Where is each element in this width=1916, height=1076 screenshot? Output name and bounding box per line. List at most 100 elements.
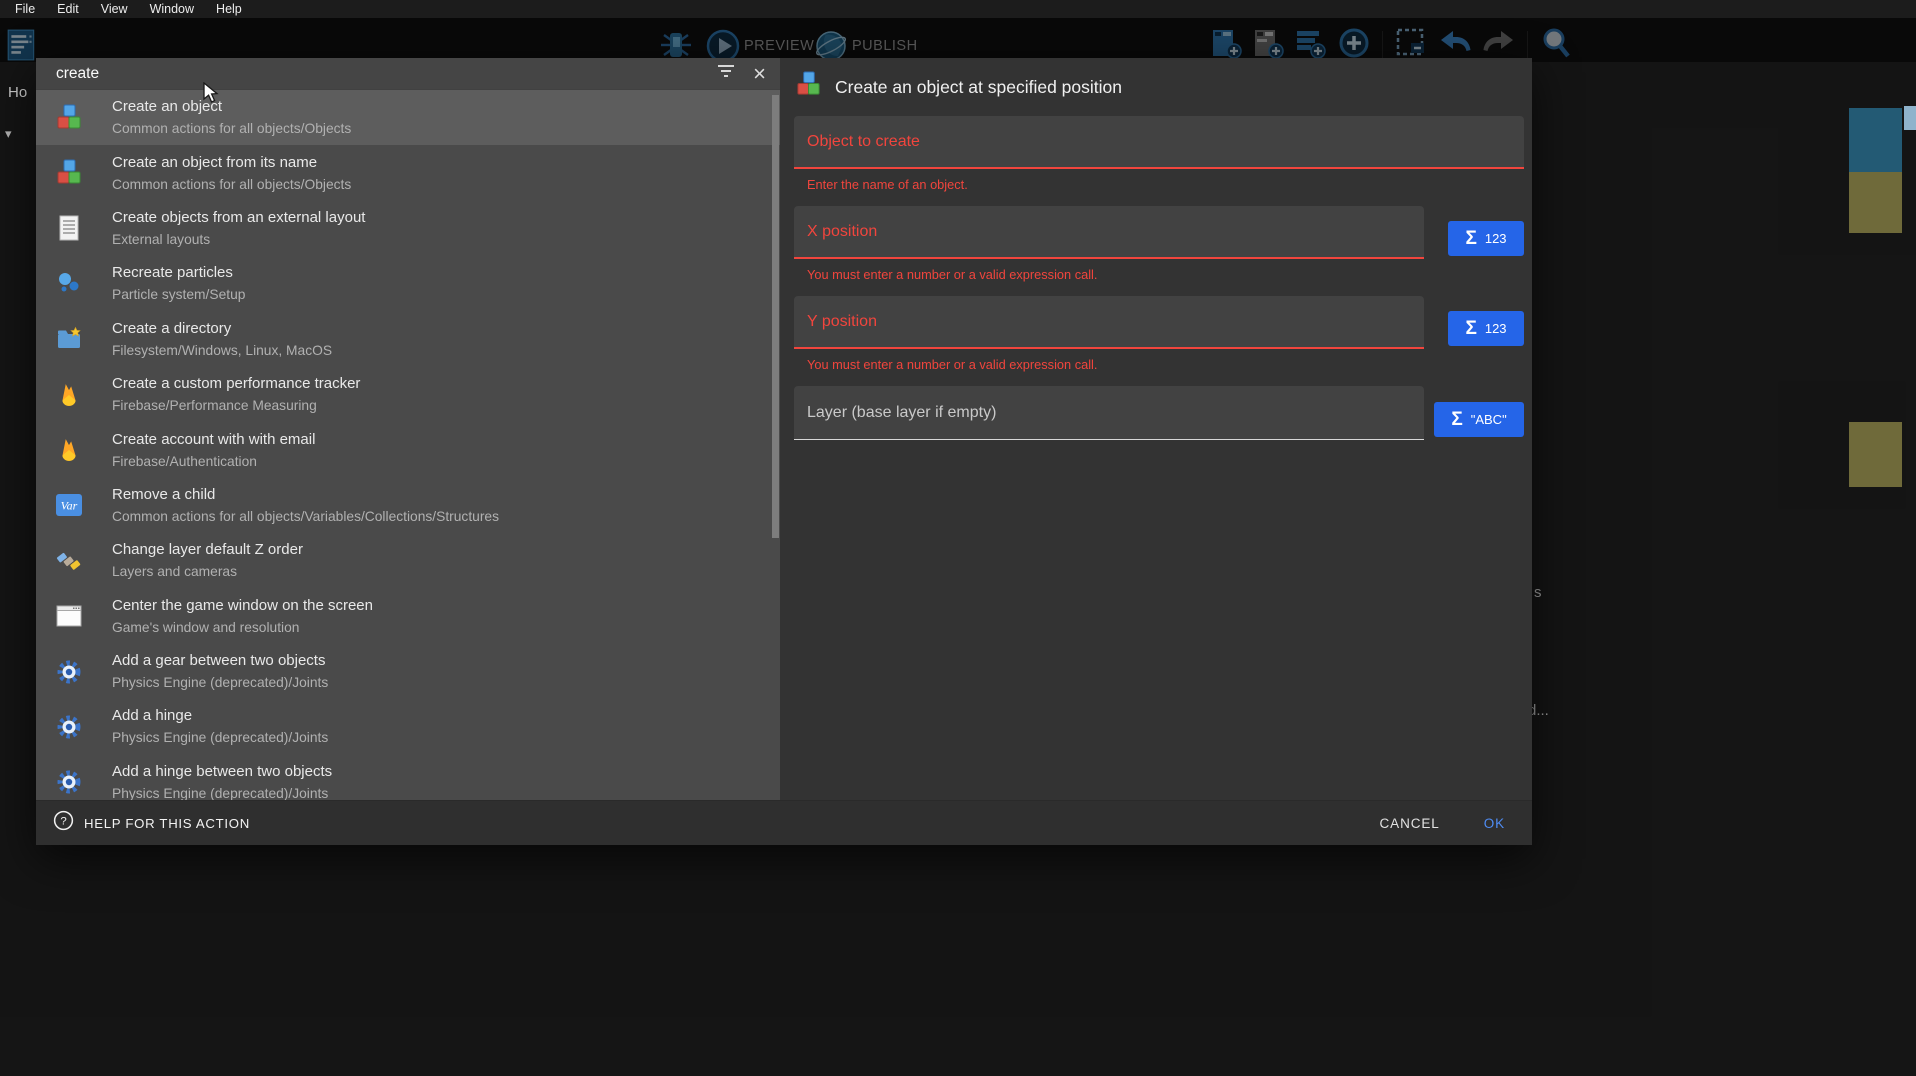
action-subtitle: Common actions for all objects/Objects [112, 174, 351, 195]
action-subtitle: Physics Engine (deprecated)/Joints [112, 672, 328, 693]
layer-field[interactable]: Layer (base layer if empty) [794, 386, 1424, 440]
menu-edit[interactable]: Edit [46, 0, 90, 18]
menu-help[interactable]: Help [205, 0, 253, 18]
help-button[interactable]: ? HELP FOR THIS ACTION [53, 810, 250, 836]
cubes-icon [795, 71, 822, 103]
gear-icon [54, 657, 84, 687]
particles-icon [54, 269, 84, 299]
action-subtitle: Physics Engine (deprecated)/Joints [112, 727, 328, 748]
background-panel-fragment [1849, 422, 1902, 487]
field-error-text: You must enter a number or a valid expre… [807, 357, 1532, 372]
mouse-cursor [203, 82, 221, 109]
list-item[interactable]: Create an object from its nameCommon act… [36, 145, 780, 200]
action-subtitle: Layers and cameras [112, 561, 303, 582]
list-item[interactable]: Center the game window on the screenGame… [36, 589, 780, 644]
ok-button[interactable]: OK [1484, 816, 1505, 831]
action-results-list: Create an objectCommon actions for all o… [36, 90, 780, 800]
expression-builder-button[interactable]: Σ 123 [1448, 311, 1524, 346]
list-item[interactable]: Create a custom performance trackerFireb… [36, 367, 780, 422]
firebase-flame-icon [54, 435, 84, 465]
list-item[interactable]: Create a directoryFilesystem/Windows, Li… [36, 312, 780, 367]
action-subtitle: Common actions for all objects/Variables… [112, 506, 499, 527]
folder-star-icon [54, 324, 84, 354]
background-scrollbar-fragment [1904, 106, 1916, 130]
field-error-text: You must enter a number or a valid expre… [807, 267, 1532, 282]
firebase-flame-icon [54, 380, 84, 410]
action-results-panel: create × Create an objectCommon actions … [36, 58, 780, 800]
menu-file[interactable]: File [4, 0, 46, 18]
menu-window[interactable]: Window [139, 0, 205, 18]
action-subtitle: External layouts [112, 229, 365, 250]
action-search-bar: create × [36, 58, 780, 90]
action-config-title: Create an object at specified position [835, 77, 1122, 98]
y-position-field[interactable]: Y position [794, 296, 1424, 349]
action-title: Create objects from an external layout [112, 207, 365, 229]
action-title: Create a directory [112, 318, 332, 340]
action-subtitle: Firebase/Authentication [112, 451, 315, 472]
choose-action-dialog: create × Create an objectCommon actions … [36, 58, 1532, 845]
background-text-fragment: s [1534, 584, 1542, 601]
dialog-footer: ? HELP FOR THIS ACTION CANCEL OK [36, 800, 1532, 845]
chevron-down-icon: ▾ [5, 126, 12, 142]
field-label: Y position [807, 313, 877, 331]
expression-type-label: 123 [1485, 231, 1507, 246]
expression-type-label: 123 [1485, 321, 1507, 336]
list-item[interactable]: Recreate particlesParticle system/Setup [36, 256, 780, 311]
field-label: X position [807, 223, 877, 241]
list-item[interactable]: Add a hingePhysics Engine (deprecated)/J… [36, 699, 780, 754]
svg-text:?: ? [60, 816, 66, 828]
action-subtitle: Physics Engine (deprecated)/Joints [112, 783, 332, 800]
gear-icon [54, 712, 84, 742]
gear-icon [54, 767, 84, 797]
results-scrollbar[interactable] [772, 95, 779, 538]
x-position-field[interactable]: X position [794, 206, 1424, 259]
list-item[interactable]: Create an objectCommon actions for all o… [36, 90, 780, 145]
action-subtitle: Filesystem/Windows, Linux, MacOS [112, 340, 332, 361]
list-item[interactable]: Var Remove a childCommon actions for all… [36, 478, 780, 533]
cubes-icon [54, 158, 84, 188]
action-subtitle: Firebase/Performance Measuring [112, 395, 360, 416]
action-title: Add a hinge [112, 705, 328, 727]
sigma-icon: Σ [1451, 410, 1462, 429]
cubes-icon [54, 103, 84, 133]
action-config-panel: Create an object at specified position O… [780, 58, 1532, 800]
action-subtitle: Particle system/Setup [112, 284, 245, 305]
help-button-label: HELP FOR THIS ACTION [84, 816, 250, 831]
action-title: Recreate particles [112, 262, 245, 284]
action-subtitle: Common actions for all objects/Objects [112, 118, 351, 139]
object-to-create-field[interactable]: Object to create [794, 116, 1524, 169]
game-window-icon [54, 601, 84, 631]
background-panel-fragment [1849, 108, 1902, 172]
menu-view[interactable]: View [90, 0, 139, 18]
sigma-icon: Σ [1465, 229, 1476, 248]
action-title: Add a hinge between two objects [112, 761, 332, 783]
menu-bar: File Edit View Window Help [0, 0, 1916, 18]
expression-builder-button[interactable]: Σ 123 [1448, 221, 1524, 256]
list-item[interactable]: Add a gear between two objectsPhysics En… [36, 644, 780, 699]
layers-z-order-icon [54, 546, 84, 576]
field-helper-text: Enter the name of an object. [807, 177, 1532, 192]
help-circle-icon: ? [53, 810, 74, 836]
action-title: Create an object [112, 96, 351, 118]
field-label: Object to create [807, 133, 920, 151]
search-input[interactable]: create [56, 65, 99, 83]
variable-badge-icon: Var [54, 490, 84, 520]
svg-text:Var: Var [61, 499, 78, 513]
list-item[interactable]: Change layer default Z orderLayers and c… [36, 533, 780, 588]
expression-type-label: "ABC" [1471, 412, 1507, 427]
action-title: Add a gear between two objects [112, 650, 328, 672]
action-title: Remove a child [112, 484, 499, 506]
action-title: Change layer default Z order [112, 539, 303, 561]
background-panel-fragment [1849, 172, 1902, 233]
action-title: Center the game window on the screen [112, 595, 373, 617]
list-item[interactable]: Add a hinge between two objectsPhysics E… [36, 755, 780, 800]
action-title: Create a custom performance tracker [112, 373, 360, 395]
list-item[interactable]: Create account with with emailFirebase/A… [36, 422, 780, 477]
cancel-button[interactable]: CANCEL [1380, 816, 1440, 831]
action-title: Create account with with email [112, 429, 315, 451]
expression-builder-button[interactable]: Σ "ABC" [1434, 402, 1524, 437]
filter-icon[interactable] [716, 63, 736, 84]
list-item[interactable]: Create objects from an external layoutEx… [36, 201, 780, 256]
action-subtitle: Game's window and resolution [112, 617, 373, 638]
close-icon[interactable]: × [753, 64, 766, 84]
